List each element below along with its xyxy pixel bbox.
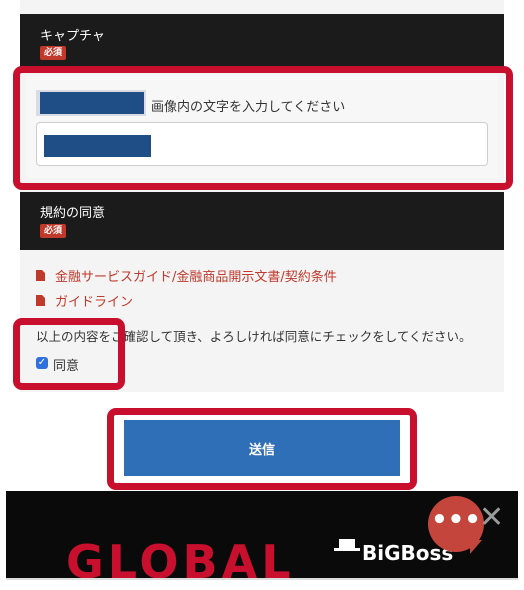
terms-link-financial-guide[interactable]: 金融サービスガイド/金融商品開示文書/契約条件 xyxy=(36,266,337,285)
captcha-required-badge: 必須 xyxy=(40,46,67,60)
terms-required-badge: 必須 xyxy=(40,224,67,238)
terms-section-header xyxy=(20,192,504,250)
captcha-label: キャプチャ xyxy=(40,29,105,44)
chat-bubble-tail xyxy=(470,540,482,554)
terms-link-guideline[interactable]: ガイドライン xyxy=(36,291,133,310)
banner-global-text: GLOBAL xyxy=(66,535,295,578)
divider xyxy=(6,578,518,580)
close-icon[interactable]: ✕ xyxy=(479,503,504,533)
document-icon xyxy=(36,270,45,281)
highlight-frame-captcha xyxy=(13,66,513,190)
hat-icon xyxy=(334,539,360,551)
terms-label: 規約の同意 xyxy=(40,206,106,221)
document-icon xyxy=(36,295,45,306)
terms-link-label: 金融サービスガイド/金融商品開示文書/契約条件 xyxy=(55,270,337,285)
highlight-frame-agree xyxy=(13,318,125,390)
terms-link-label: ガイドライン xyxy=(55,295,134,310)
highlight-frame-submit xyxy=(107,408,417,490)
